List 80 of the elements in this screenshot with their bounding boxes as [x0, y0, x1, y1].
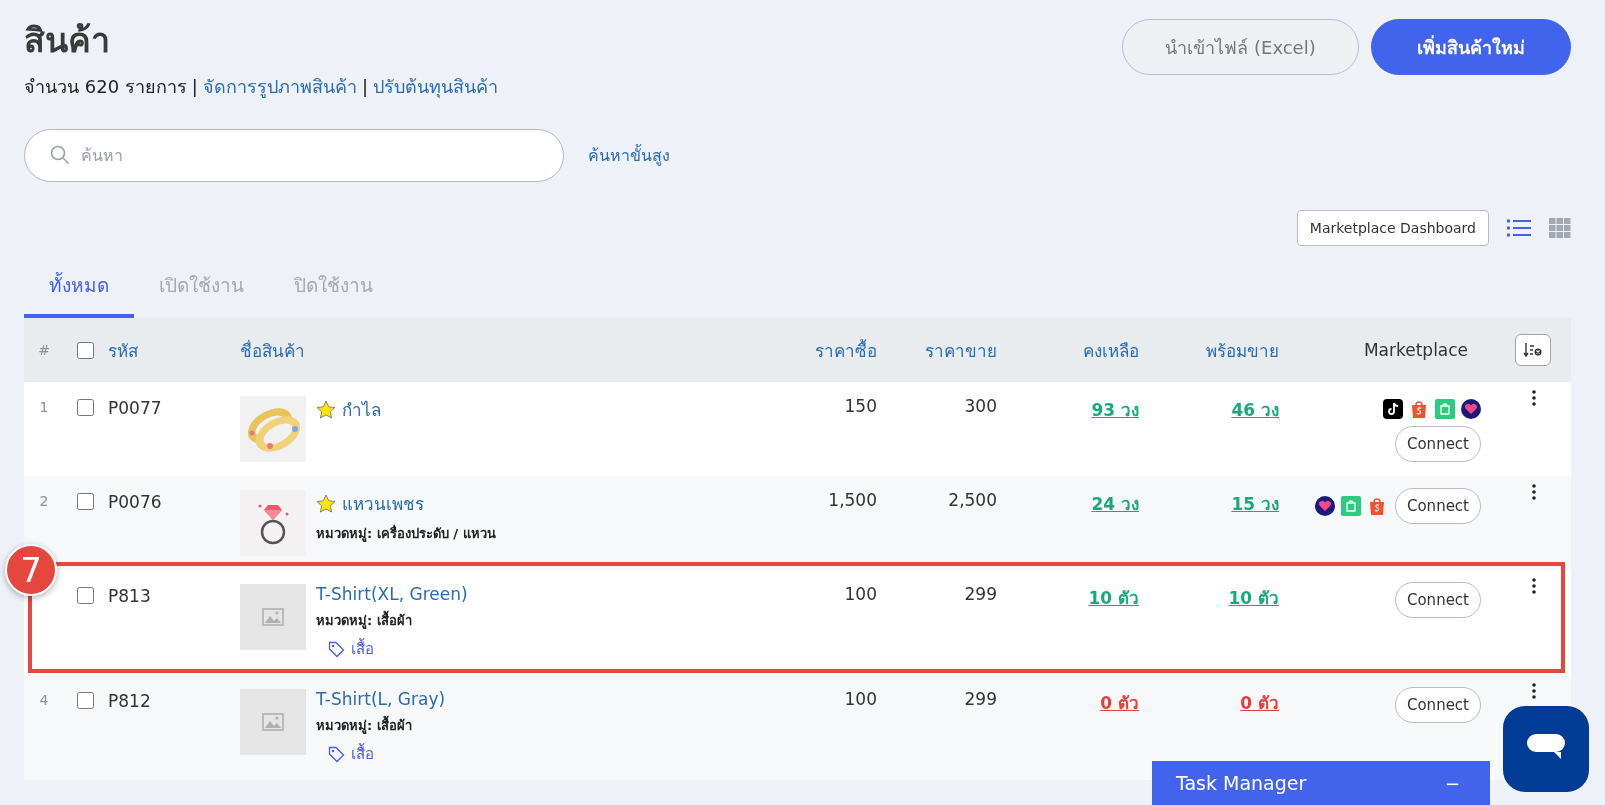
category-label: หมวดหมู่: เสื้อผ้า [316, 715, 446, 736]
sell-price: 300 [964, 396, 997, 416]
buy-price: 100 [844, 584, 877, 604]
sell-price: 2,500 [948, 490, 997, 510]
product-code: P812 [108, 690, 151, 711]
product-name-link[interactable]: แหวนเพชร [342, 490, 424, 517]
column-header: Marketplace [1362, 340, 1470, 360]
category-label: หมวดหมู่: เสื้อผ้า [316, 610, 468, 631]
manage-images-link[interactable]: จัดการรูปภาพสินค้า [202, 72, 357, 101]
separator: | [191, 76, 198, 97]
sort-icon [1523, 342, 1543, 358]
bag-tile-icon [1340, 496, 1361, 516]
connect-button[interactable]: Connect [1394, 582, 1481, 618]
stock-link[interactable]: 10 ตัว [1088, 588, 1139, 608]
column-header: ชื่อสินค้า [240, 338, 306, 363]
sort-button[interactable] [1515, 334, 1551, 366]
ready-stock-link[interactable]: 10 ตัว [1228, 588, 1279, 608]
tag-link[interactable]: เสื้อ [316, 742, 446, 766]
buy-price: 100 [844, 689, 877, 709]
connect-button[interactable]: Connect [1394, 687, 1481, 723]
more-icon[interactable] [1532, 484, 1536, 500]
stock-link[interactable]: 0 ตัว [1100, 693, 1139, 713]
column-header: รหัส [108, 339, 139, 363]
image-icon [262, 608, 284, 626]
product-code: P0077 [108, 397, 162, 418]
product-code: P813 [108, 585, 151, 606]
chat-button[interactable] [1503, 706, 1589, 792]
product-name-link[interactable]: T-Shirt(L, Gray) [316, 689, 446, 709]
buy-price: 150 [844, 396, 877, 416]
connect-button[interactable]: Connect [1394, 426, 1481, 462]
select-all-checkbox[interactable] [77, 341, 94, 359]
tag-icon [328, 640, 345, 658]
product-name-link[interactable]: กำไล [342, 396, 381, 423]
tag-icon [328, 745, 345, 763]
column-header: # [37, 342, 51, 358]
list-view-button[interactable] [1507, 218, 1531, 238]
search-field[interactable]: ค้นหา [24, 129, 564, 182]
import-button[interactable]: นำเข้าไฟล์ (Excel) [1122, 19, 1359, 75]
row-number: 1 [38, 398, 50, 417]
more-icon[interactable] [1532, 683, 1536, 699]
column-header: ราคาขาย [924, 339, 998, 363]
minimize-button[interactable]: − [1438, 771, 1466, 795]
adjust-cost-link[interactable]: ปรับต้นทุนสินค้า [372, 72, 498, 101]
advanced-search-link[interactable]: ค้นหาขั้นสูง [588, 143, 670, 168]
search-icon [50, 145, 70, 165]
page-title: สินค้า [24, 19, 111, 62]
shopping-bag-icon [1409, 399, 1429, 419]
product-count: จำนวน 620 รายการ [24, 75, 187, 99]
sell-price: 299 [964, 689, 997, 709]
ready-stock-link[interactable]: 0 ตัว [1240, 693, 1279, 713]
separator: | [361, 76, 368, 97]
connect-button[interactable]: Connect [1394, 488, 1481, 524]
ready-stock-link[interactable]: 15 วง [1231, 494, 1279, 514]
add-product-button[interactable]: เพิ่มสินค้าใหม่ [1371, 19, 1571, 75]
row-number: 4 [38, 691, 50, 710]
tag-link[interactable]: เสื้อ [316, 637, 468, 661]
row-checkbox[interactable] [77, 399, 94, 416]
column-header: ราคาซื้อ [814, 338, 878, 363]
ready-stock-link[interactable]: 46 วง [1231, 400, 1279, 420]
more-icon[interactable] [1532, 390, 1536, 406]
stock-link[interactable]: 93 วง [1091, 400, 1139, 420]
note-icon [1383, 399, 1403, 419]
column-header: พร้อมขาย [1205, 339, 1280, 363]
row-checkbox[interactable] [77, 587, 94, 604]
product-code: P0076 [108, 491, 162, 512]
task-manager-title: Task Manager [1176, 772, 1307, 794]
sell-price: 299 [964, 584, 997, 604]
dashboard-button[interactable]: Marketplace Dashboard [1296, 210, 1489, 246]
step-badge: 7 [5, 544, 57, 596]
product-name-link[interactable]: T-Shirt(XL, Green) [316, 584, 468, 604]
stock-link[interactable]: 24 วง [1091, 494, 1139, 514]
buy-price: 1,500 [828, 490, 877, 510]
row-checkbox[interactable] [77, 692, 94, 709]
more-icon[interactable] [1532, 578, 1536, 594]
row-number: 2 [38, 492, 50, 511]
category-label: หมวดหมู่: เครื่องประดับ / แหวน [316, 523, 496, 544]
row-checkbox[interactable] [77, 493, 94, 510]
column-header: คงเหลือ [1082, 339, 1140, 363]
bag-tile-icon [1435, 399, 1455, 419]
image-icon [262, 713, 284, 731]
